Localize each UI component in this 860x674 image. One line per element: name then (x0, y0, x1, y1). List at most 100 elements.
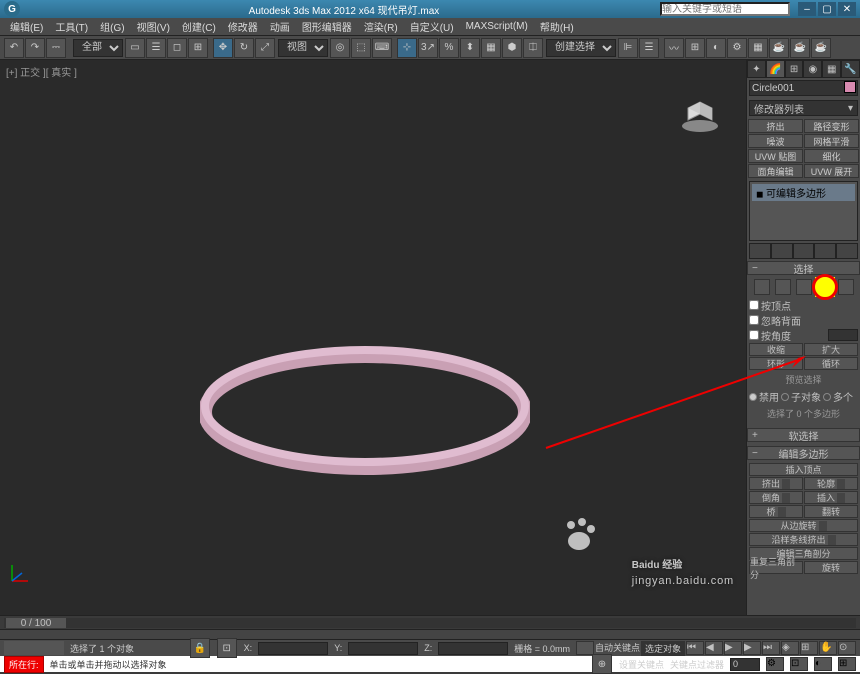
time-slider[interactable]: 0 / 100 (0, 615, 860, 629)
menu-modifiers[interactable]: 修改器 (222, 19, 264, 34)
object-color-swatch[interactable] (844, 81, 856, 93)
select-region-button[interactable]: ◻ (167, 38, 187, 58)
link-button[interactable]: ⎓ (46, 38, 66, 58)
time-slider-thumb[interactable]: 0 / 100 (6, 618, 66, 628)
auto-key-button[interactable] (576, 641, 594, 655)
remove-mod-button[interactable] (814, 243, 836, 259)
mod-extrude-button[interactable]: 挤出 (748, 119, 803, 133)
menu-edit[interactable]: 编辑(E) (4, 19, 49, 34)
prev-frame-button[interactable]: ◀ (705, 641, 723, 655)
time-config-button[interactable]: ⚙ (766, 657, 784, 671)
menu-help[interactable]: 帮助(H) (534, 19, 580, 34)
bevel-button[interactable]: 倒角 (749, 491, 803, 504)
mod-noise-button[interactable]: 噪波 (748, 134, 803, 148)
orbit-button[interactable]: ⊙ (838, 641, 856, 655)
utilities-tab[interactable]: 🔧 (841, 60, 860, 78)
show-end-button[interactable] (771, 243, 793, 259)
maximize-button[interactable]: ▢ (818, 2, 836, 16)
menu-animation[interactable]: 动画 (264, 19, 296, 34)
menu-views[interactable]: 视图(V) (131, 19, 176, 34)
stack-item-editable-poly[interactable]: ◼ 可编辑多边形 (752, 184, 855, 201)
angle-spinner[interactable] (828, 329, 858, 341)
flip-button[interactable]: 翻转 (804, 505, 858, 518)
polygon-subobj-button[interactable] (817, 279, 833, 295)
motion-tab[interactable]: ◉ (803, 60, 822, 78)
keyboard-button[interactable]: ⌨ (372, 38, 392, 58)
layers-button[interactable]: ☰ (639, 38, 659, 58)
spinner-snap-button[interactable]: ⬍ (460, 38, 480, 58)
mod-pathdeform-button[interactable]: 路径变形 (804, 119, 859, 133)
select-button[interactable]: ▭ (125, 38, 145, 58)
play-button[interactable]: ▶ (724, 641, 742, 655)
align-button[interactable]: ⊫ (618, 38, 638, 58)
undo-button[interactable]: ↶ (4, 38, 24, 58)
snap-button[interactable]: ⊹ (397, 38, 417, 58)
preview-off-radio[interactable] (749, 393, 757, 401)
zoom-all-button[interactable]: ⊞ (800, 641, 818, 655)
close-button[interactable]: ✕ (838, 2, 856, 16)
by-vertex-checkbox[interactable] (749, 300, 759, 310)
preview-multi-radio[interactable] (823, 393, 831, 401)
percent-snap-button[interactable]: % (439, 38, 459, 58)
pin-stack-button[interactable] (749, 243, 771, 259)
zoom-ext-button[interactable]: ◈ (781, 641, 799, 655)
create-tab[interactable]: ✦ (747, 60, 766, 78)
mod-tessellate-button[interactable]: 细化 (804, 149, 859, 163)
viewport[interactable]: [+] 正交 ][ 真实 ] Baidu 经验 jingyan.baidu.co… (0, 60, 746, 615)
viewcube[interactable] (678, 90, 722, 134)
mod-uvwunwrap-button[interactable]: UVW 展开 (804, 164, 859, 178)
menu-rendering[interactable]: 渲染(R) (358, 19, 404, 34)
outline-button[interactable]: 轮廓 (804, 477, 858, 490)
shrink-button[interactable]: 收缩 (749, 343, 803, 356)
render-frame-button[interactable]: ▦ (748, 38, 768, 58)
move-button[interactable]: ✥ (213, 38, 233, 58)
time-ruler[interactable] (0, 629, 860, 639)
menu-maxscript[interactable]: MAXScript(M) (460, 21, 534, 32)
element-subobj-button[interactable] (838, 279, 854, 295)
vertex-subobj-button[interactable] (754, 279, 770, 295)
selection-rollout-header[interactable]: −选择 (747, 261, 860, 275)
curve-editor-button[interactable]: 〰 (664, 38, 684, 58)
manipulate-button[interactable]: ⬚ (351, 38, 371, 58)
scale-button[interactable]: ⤢ (255, 38, 275, 58)
loop-button[interactable]: 循环 (804, 357, 858, 370)
edit-poly-rollout-header[interactable]: −编辑多边形 (747, 446, 860, 460)
redo-button[interactable]: ↷ (25, 38, 45, 58)
hinge-button[interactable]: 从边旋转 (749, 519, 858, 532)
maxscript-mini[interactable] (4, 641, 64, 655)
lock-button[interactable]: 🔒 (190, 638, 210, 658)
insert-vertex-button[interactable]: 插入顶点 (749, 463, 858, 476)
angle-snap-button[interactable]: 3↗ (418, 38, 438, 58)
menu-create[interactable]: 创建(C) (176, 19, 222, 34)
retri-button[interactable]: 重复三角剖分 (749, 561, 803, 574)
extrude-spline-button[interactable]: 沿样条线挤出 (749, 533, 858, 546)
ring-mesh-object[interactable] (200, 340, 530, 480)
configure-button[interactable] (836, 243, 858, 259)
mod-facedit-button[interactable]: 面角编辑 (748, 164, 803, 178)
grow-button[interactable]: 扩大 (804, 343, 858, 356)
goto-end-button[interactable]: ⏭ (762, 641, 780, 655)
add-time-tag-button[interactable]: ⊕ (592, 654, 612, 674)
bridge-button[interactable]: 桥 (749, 505, 803, 518)
help-search-input[interactable] (660, 2, 790, 16)
goto-start-button[interactable]: ⏮ (686, 641, 704, 655)
object-name-field[interactable]: Circle001 (749, 80, 858, 96)
min-max-button[interactable]: ⊡ (790, 657, 808, 671)
quick-render-button[interactable]: ☕ (811, 38, 831, 58)
next-frame-button[interactable]: ▶ (743, 641, 761, 655)
select-name-button[interactable]: ☰ (146, 38, 166, 58)
material-editor-button[interactable]: ◐ (706, 38, 726, 58)
named-sel-dropdown[interactable]: 创建选择集 (546, 39, 616, 57)
mod-meshsmooth-button[interactable]: 网格平滑 (804, 134, 859, 148)
render-prod-button[interactable]: ☕ (790, 38, 810, 58)
edged-faces-button[interactable]: ▦ (481, 38, 501, 58)
rotate-button[interactable]: ↻ (234, 38, 254, 58)
modify-tab[interactable]: 🌈 (766, 60, 785, 78)
mod-uvwmap-button[interactable]: UVW 贴图 (748, 149, 803, 163)
extrude-button[interactable]: 挤出 (749, 477, 803, 490)
display-tab[interactable]: ▦ (822, 60, 841, 78)
modifier-list-dropdown[interactable]: 修改器列表▾ (749, 100, 858, 116)
viewport-label[interactable]: [+] 正交 ][ 真实 ] (6, 64, 77, 79)
menu-graph-editors[interactable]: 图形编辑器 (296, 19, 358, 34)
z-coord-field[interactable] (438, 642, 508, 655)
